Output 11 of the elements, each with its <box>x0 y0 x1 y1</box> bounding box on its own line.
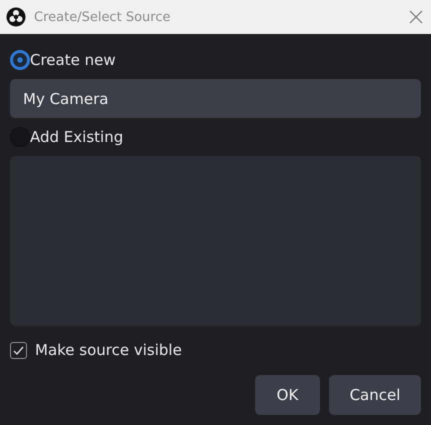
app-logo-icon <box>6 7 26 27</box>
checkbox-label: Make source visible <box>35 341 182 359</box>
radio-label: Add Existing <box>30 128 124 146</box>
radio-label: Create new <box>30 51 116 69</box>
cancel-button[interactable]: Cancel <box>329 375 421 415</box>
ok-button[interactable]: OK <box>255 375 320 415</box>
window-title: Create/Select Source <box>34 10 172 24</box>
name-field[interactable]: My Camera <box>10 79 421 118</box>
close-icon[interactable] <box>409 10 423 24</box>
radio-button[interactable] <box>10 50 30 70</box>
checkbox[interactable] <box>10 342 27 358</box>
